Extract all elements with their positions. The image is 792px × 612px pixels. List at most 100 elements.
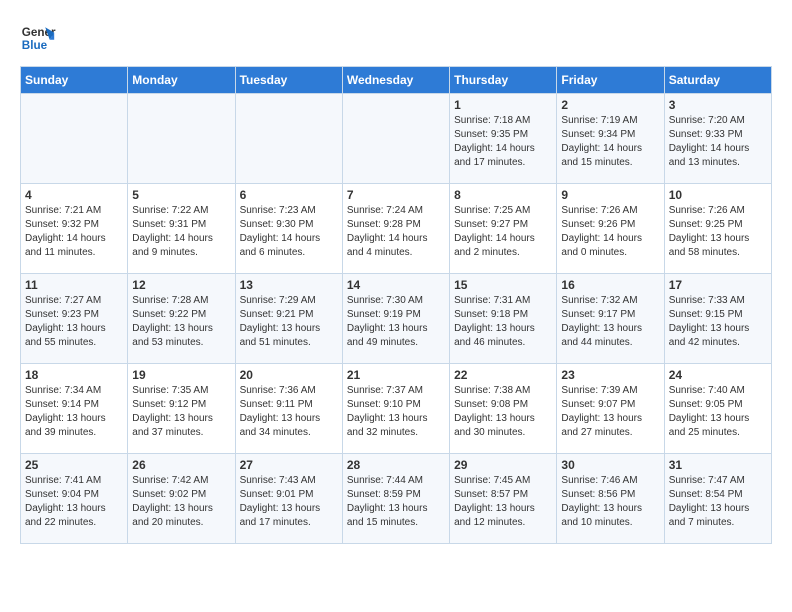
week-row-2: 4Sunrise: 7:21 AM Sunset: 9:32 PM Daylig… [21,184,772,274]
day-number: 23 [561,368,659,382]
day-number: 2 [561,98,659,112]
day-number: 8 [454,188,552,202]
calendar-cell: 18 Sunrise: 7:34 AM Sunset: 9:14 PM Dayli… [21,364,128,454]
calendar-cell: 15 Sunrise: 7:31 AM Sunset: 9:18 PM Dayli… [450,274,557,364]
calendar-cell: 3Sunrise: 7:20 AM Sunset: 9:33 PM Daylig… [664,94,771,184]
day-number: 22 [454,368,552,382]
calendar-cell: 31 Sunrise: 7:47 AM Sunset: 8:54 PM Dayli… [664,454,771,544]
day-number: 4 [25,188,123,202]
calendar-cell: 2 Sunrise: 7:19 AM Sunset: 9:34 PM Daylig… [557,94,664,184]
day-number: 1 [454,98,552,112]
day-number: 26 [132,458,230,472]
calendar-cell: 30 Sunrise: 7:46 AM Sunset: 8:56 PM Dayli… [557,454,664,544]
day-info: Sunrise: 7:36 AM Sunset: 9:11 PM Dayligh… [240,384,338,440]
day-info: Sunrise: 7:35 AM Sunset: 9:12 PM Dayligh… [132,384,230,440]
header-cell-sunday: Sunday [21,67,128,94]
day-number: 20 [240,368,338,382]
day-number: 11 [25,278,123,292]
day-number: 30 [561,458,659,472]
day-number: 31 [669,458,767,472]
calendar-cell: 21Sunrise: 7:37 AM Sunset: 9:10 PM Dayli… [342,364,449,454]
header-cell-friday: Friday [557,67,664,94]
calendar-cell: 29 Sunrise: 7:45 AM Sunset: 8:57 PM Dayli… [450,454,557,544]
day-info: Sunrise: 7:29 AM Sunset: 9:21 PM Dayligh… [240,294,338,350]
day-number: 19 [132,368,230,382]
day-info: Sunrise: 7:34 AM Sunset: 9:14 PM Dayligh… [25,384,123,440]
calendar-cell: 9 Sunrise: 7:26 AM Sunset: 9:26 PM Daylig… [557,184,664,274]
calendar-cell: 22Sunrise: 7:38 AM Sunset: 9:08 PM Dayli… [450,364,557,454]
calendar-cell: 5 Sunrise: 7:22 AM Sunset: 9:31 PM Daylig… [128,184,235,274]
day-number: 12 [132,278,230,292]
day-info: Sunrise: 7:30 AM Sunset: 9:19 PM Dayligh… [347,294,445,350]
day-info: Sunrise: 7:39 AM Sunset: 9:07 PM Dayligh… [561,384,659,440]
day-number: 15 [454,278,552,292]
day-info: Sunrise: 7:19 AM Sunset: 9:34 PM Dayligh… [561,114,659,170]
day-number: 18 [25,368,123,382]
day-number: 16 [561,278,659,292]
day-info: Sunrise: 7:46 AM Sunset: 8:56 PM Dayligh… [561,474,659,530]
day-info: Sunrise: 7:45 AM Sunset: 8:57 PM Dayligh… [454,474,552,530]
page-header: General Blue [20,20,772,56]
day-number: 29 [454,458,552,472]
header-cell-tuesday: Tuesday [235,67,342,94]
day-info: Sunrise: 7:22 AM Sunset: 9:31 PM Dayligh… [132,204,230,260]
day-info: Sunrise: 7:26 AM Sunset: 9:25 PM Dayligh… [669,204,767,260]
calendar-cell: 12 Sunrise: 7:28 AM Sunset: 9:22 PM Dayli… [128,274,235,364]
day-info: Sunrise: 7:47 AM Sunset: 8:54 PM Dayligh… [669,474,767,530]
logo: General Blue [20,20,60,56]
calendar-cell [128,94,235,184]
day-info: Sunrise: 7:32 AM Sunset: 9:17 PM Dayligh… [561,294,659,350]
day-info: Sunrise: 7:40 AM Sunset: 9:05 PM Dayligh… [669,384,767,440]
calendar-cell [21,94,128,184]
day-info: Sunrise: 7:42 AM Sunset: 9:02 PM Dayligh… [132,474,230,530]
svg-text:Blue: Blue [22,39,48,52]
calendar-cell: 7 Sunrise: 7:24 AM Sunset: 9:28 PM Daylig… [342,184,449,274]
day-number: 17 [669,278,767,292]
week-row-3: 11Sunrise: 7:27 AM Sunset: 9:23 PM Dayli… [21,274,772,364]
day-info: Sunrise: 7:31 AM Sunset: 9:18 PM Dayligh… [454,294,552,350]
header-cell-wednesday: Wednesday [342,67,449,94]
calendar-cell: 23 Sunrise: 7:39 AM Sunset: 9:07 PM Dayli… [557,364,664,454]
day-number: 28 [347,458,445,472]
calendar-cell: 17 Sunrise: 7:33 AM Sunset: 9:15 PM Dayli… [664,274,771,364]
calendar-cell [342,94,449,184]
header-cell-thursday: Thursday [450,67,557,94]
calendar-cell: 4Sunrise: 7:21 AM Sunset: 9:32 PM Daylig… [21,184,128,274]
day-info: Sunrise: 7:25 AM Sunset: 9:27 PM Dayligh… [454,204,552,260]
header-row: SundayMondayTuesdayWednesdayThursdayFrid… [21,67,772,94]
calendar-cell: 20 Sunrise: 7:36 AM Sunset: 9:11 PM Dayli… [235,364,342,454]
day-info: Sunrise: 7:33 AM Sunset: 9:15 PM Dayligh… [669,294,767,350]
calendar-cell: 14 Sunrise: 7:30 AM Sunset: 9:19 PM Dayli… [342,274,449,364]
day-number: 7 [347,188,445,202]
header-cell-monday: Monday [128,67,235,94]
day-info: Sunrise: 7:28 AM Sunset: 9:22 PM Dayligh… [132,294,230,350]
calendar-table: SundayMondayTuesdayWednesdayThursdayFrid… [20,66,772,544]
day-number: 14 [347,278,445,292]
calendar-cell: 26 Sunrise: 7:42 AM Sunset: 9:02 PM Dayli… [128,454,235,544]
day-info: Sunrise: 7:18 AM Sunset: 9:35 PM Dayligh… [454,114,552,170]
day-number: 10 [669,188,767,202]
week-row-5: 25Sunrise: 7:41 AM Sunset: 9:04 PM Dayli… [21,454,772,544]
calendar-cell: 27Sunrise: 7:43 AM Sunset: 9:01 PM Dayli… [235,454,342,544]
day-info: Sunrise: 7:41 AM Sunset: 9:04 PM Dayligh… [25,474,123,530]
day-info: Sunrise: 7:26 AM Sunset: 9:26 PM Dayligh… [561,204,659,260]
calendar-cell: 11Sunrise: 7:27 AM Sunset: 9:23 PM Dayli… [21,274,128,364]
calendar-cell: 19 Sunrise: 7:35 AM Sunset: 9:12 PM Dayli… [128,364,235,454]
day-info: Sunrise: 7:44 AM Sunset: 8:59 PM Dayligh… [347,474,445,530]
calendar-cell [235,94,342,184]
day-number: 5 [132,188,230,202]
day-info: Sunrise: 7:24 AM Sunset: 9:28 PM Dayligh… [347,204,445,260]
calendar-cell: 13 Sunrise: 7:29 AM Sunset: 9:21 PM Dayli… [235,274,342,364]
calendar-cell: 6Sunrise: 7:23 AM Sunset: 9:30 PM Daylig… [235,184,342,274]
calendar-cell: 16 Sunrise: 7:32 AM Sunset: 9:17 PM Dayli… [557,274,664,364]
calendar-cell: 28 Sunrise: 7:44 AM Sunset: 8:59 PM Dayli… [342,454,449,544]
day-info: Sunrise: 7:20 AM Sunset: 9:33 PM Dayligh… [669,114,767,170]
day-info: Sunrise: 7:23 AM Sunset: 9:30 PM Dayligh… [240,204,338,260]
day-info: Sunrise: 7:43 AM Sunset: 9:01 PM Dayligh… [240,474,338,530]
day-number: 9 [561,188,659,202]
day-number: 13 [240,278,338,292]
week-row-4: 18 Sunrise: 7:34 AM Sunset: 9:14 PM Dayli… [21,364,772,454]
calendar-cell: 24Sunrise: 7:40 AM Sunset: 9:05 PM Dayli… [664,364,771,454]
logo-icon: General Blue [20,20,56,56]
calendar-cell: 10 Sunrise: 7:26 AM Sunset: 9:25 PM Dayli… [664,184,771,274]
